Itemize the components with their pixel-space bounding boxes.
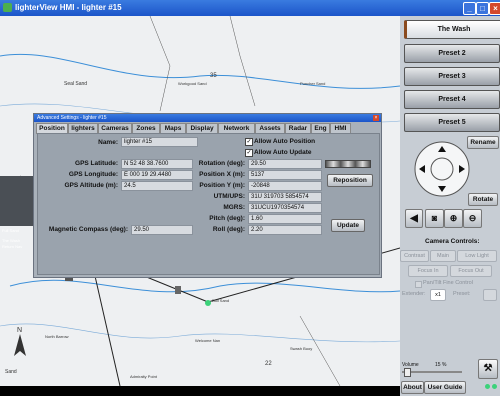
focus-in-button[interactable]: Focus In xyxy=(408,265,448,277)
update-button[interactable]: Update xyxy=(331,219,365,232)
gps-longitude-label: GPS Longitude: xyxy=(68,171,118,178)
pan-tilt-dpad[interactable] xyxy=(412,140,472,198)
settings-tools-icon[interactable]: ⚒ xyxy=(478,359,498,379)
svg-text:N: N xyxy=(17,327,22,334)
camera-controls-label: Camera Controls: xyxy=(425,238,480,245)
control-panel: The Wash Preset 2 Preset 3 Preset 4 Pres… xyxy=(400,16,500,396)
pitch-label: Pitch (deg): xyxy=(209,215,245,222)
low-light-button[interactable]: Low Light xyxy=(457,250,497,262)
contrast-button[interactable]: Contrast xyxy=(400,250,429,262)
user-guide-button[interactable]: User Guide xyxy=(424,381,466,394)
volume-value: 15 % xyxy=(435,362,447,368)
about-button[interactable]: About xyxy=(401,381,424,394)
allow-auto-update-label: Allow Auto Update xyxy=(254,149,312,156)
map-label: Workgood Sand xyxy=(178,81,207,86)
utm-ups-field[interactable]: 31U 319703 5854574 xyxy=(248,192,322,202)
reposition-button[interactable]: Reposition xyxy=(327,174,373,187)
pan-tilt-label: Pan/Tilt Fine Control xyxy=(423,280,473,286)
speaker-icon[interactable]: ◀ xyxy=(405,209,423,228)
zoom-in-icon[interactable]: ⊕ xyxy=(444,209,463,228)
extender-select[interactable]: x1 xyxy=(430,289,446,301)
allow-auto-position-label: Allow Auto Position xyxy=(254,138,316,145)
window-title: lighterView HMI - lighter #15 xyxy=(15,3,122,12)
roll-label: Roll (deg): xyxy=(212,226,245,233)
mgrs-field[interactable]: 31UCU1970354574 xyxy=(248,203,322,213)
camera-icon[interactable]: ◙ xyxy=(425,209,444,228)
rotate-button[interactable]: Rotate xyxy=(468,193,498,206)
rotation-label: Rotation (deg): xyxy=(198,160,245,167)
map-label: The Wash xyxy=(2,238,21,243)
allow-auto-position-checkbox[interactable]: ✓ xyxy=(245,138,253,146)
map-number: 22 xyxy=(265,361,272,367)
map-label: Return Nav xyxy=(2,244,23,249)
allow-auto-update-checkbox[interactable]: ✓ xyxy=(245,149,253,157)
map-label: Seal Sand xyxy=(64,81,88,87)
pan-tilt-checkbox[interactable] xyxy=(415,281,422,288)
dialog-titlebar: Advanced Settings - lighter #15 × xyxy=(34,114,381,122)
rotation-slider[interactable] xyxy=(325,160,371,168)
extender-label: Extender: xyxy=(402,291,426,297)
position-y-label: Position Y (m): xyxy=(199,182,245,189)
preset-button-2[interactable]: Preset 2 xyxy=(404,44,500,63)
zoom-out-icon[interactable]: ⊖ xyxy=(463,209,482,228)
minimize-button[interactable]: _ xyxy=(463,2,476,15)
map-label: Admiralty Point xyxy=(130,374,157,379)
map-label: North Barrow xyxy=(45,334,69,339)
volume-slider-handle[interactable] xyxy=(404,368,411,377)
volume-slider[interactable] xyxy=(402,371,462,373)
map-label: Welcome Nan xyxy=(195,338,221,343)
map-label: Sand xyxy=(5,369,17,375)
magnetic-compass-label: Magnetic Compass (deg): xyxy=(48,226,128,233)
main-button[interactable]: Main xyxy=(430,250,456,262)
pitch-field[interactable]: 1.60 xyxy=(248,214,322,224)
mgrs-label: MGRS: xyxy=(223,204,245,211)
close-button[interactable]: × xyxy=(489,2,500,15)
name-label: Name: xyxy=(98,139,118,146)
preset-select-label: Preset: xyxy=(453,291,471,297)
rotation-field[interactable]: 29.50 xyxy=(248,159,322,169)
preset-select[interactable] xyxy=(483,289,497,301)
map-label: Full Sand xyxy=(2,228,19,233)
map-number: 35 xyxy=(210,73,217,79)
utm-ups-label: UTM/UPS: xyxy=(213,193,245,200)
dialog-title: Advanced Settings - lighter #15 xyxy=(37,115,107,121)
dialog-close-button[interactable]: × xyxy=(373,115,379,121)
focus-out-button[interactable]: Focus Out xyxy=(450,265,492,277)
map-label: Puncher Sand xyxy=(300,81,326,86)
preset-button-the-wash[interactable]: The Wash xyxy=(404,20,500,39)
map-label: Bull Sand xyxy=(212,298,230,303)
gps-altitude-label: GPS Altitude (m): xyxy=(64,182,118,189)
position-y-field[interactable]: -20848 xyxy=(248,181,322,191)
position-tab-pane: Name: lighter #15 ✓ Allow Auto Position … xyxy=(37,133,380,275)
status-led-icon xyxy=(492,384,497,389)
window-titlebar: lighterView HMI - lighter #15 _ □ × xyxy=(0,0,500,16)
advanced-settings-dialog: Advanced Settings - lighter #15 × Positi… xyxy=(33,113,382,278)
status-led-icon xyxy=(485,384,490,389)
roll-field[interactable]: 2.20 xyxy=(248,225,322,235)
gps-latitude-label: GPS Latitude: xyxy=(75,160,118,167)
name-field[interactable]: lighter #15 xyxy=(121,137,198,147)
maximize-button[interactable]: □ xyxy=(476,2,489,15)
app-icon xyxy=(3,3,12,12)
position-x-label: Position X (m): xyxy=(199,171,245,178)
map-label: Swash Buoy xyxy=(290,346,313,351)
preset-button-5[interactable]: Preset 5 xyxy=(404,113,500,132)
preset-button-4[interactable]: Preset 4 xyxy=(404,90,500,109)
preset-button-3[interactable]: Preset 3 xyxy=(404,67,500,86)
position-x-field[interactable]: 5137 xyxy=(248,170,322,180)
status-bar xyxy=(0,386,400,396)
